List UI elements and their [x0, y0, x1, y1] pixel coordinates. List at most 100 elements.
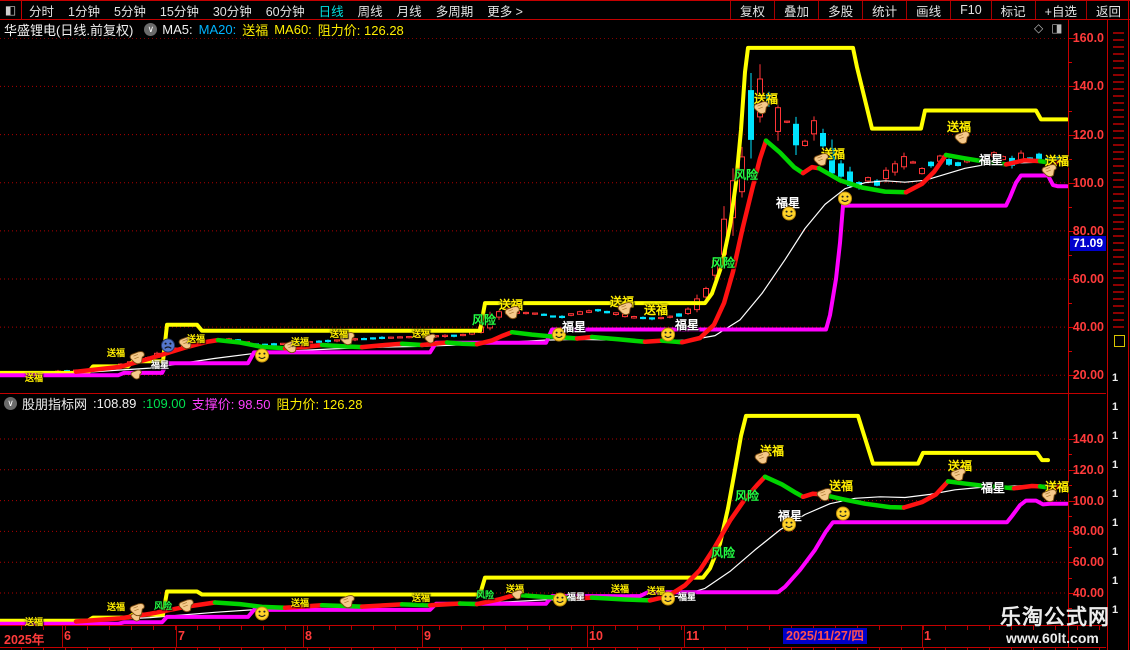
axis-tick: [1068, 327, 1075, 328]
axis-minor-tick: [1068, 303, 1072, 304]
axis-tick: [1068, 86, 1075, 87]
resistance-label: 阻力价: 126.28: [317, 23, 404, 38]
right-strip-value: 1: [1112, 517, 1119, 529]
green-trend-segment: [659, 338, 685, 345]
panel-divider: [0, 393, 1106, 394]
axis-minor-tick: [1068, 111, 1072, 112]
axis-tick: [1068, 183, 1075, 184]
axis-tick-label: 80.00: [1072, 524, 1104, 539]
axis-tick: [1068, 593, 1075, 594]
green-trend-segment: [762, 474, 806, 500]
month-label: 6: [64, 629, 71, 643]
toolbar-button[interactable]: 复权: [730, 1, 774, 19]
axis-tick-label: 60.00: [1072, 272, 1104, 286]
red-trend-segment: [1047, 483, 1068, 491]
toolbar-button[interactable]: F10: [950, 1, 991, 19]
red-trend-segment: [800, 491, 825, 500]
right-strip-value: 1: [1112, 459, 1119, 471]
red-trend-segment: [903, 152, 949, 195]
red-trend-segment: [1049, 158, 1068, 166]
toolbar-button[interactable]: 返回: [1085, 1, 1130, 19]
axis-tick-label: 160.0: [1072, 31, 1104, 46]
right-strip-value: 1: [1112, 488, 1119, 500]
sub-chart-plot[interactable]: [0, 411, 1068, 625]
right-strip-value: 1: [1112, 575, 1119, 587]
selected-date-tag: 2025/11/27/四: [783, 628, 867, 644]
main-chart-plot[interactable]: [0, 38, 1068, 393]
axis-minor-tick: [1068, 454, 1072, 455]
date-axis: 2025年 2025/11/27/四 6 7 8 9 10 11 1: [0, 626, 1106, 647]
sidebar-toggle-icon[interactable]: ◧: [0, 1, 22, 19]
axis-minor-tick: [1068, 255, 1072, 256]
green-trend-segment: [212, 600, 288, 611]
sub-chart-title-row: ∨ 股朋指标网 :108.89 :109.00 支撑价: 98.50 阻力价: …: [0, 396, 1068, 412]
stock-title: 华盛锂电(日线.前复权): [4, 23, 134, 38]
axis-tick-label: 140.0: [1072, 432, 1104, 446]
toolbar-button[interactable]: 多股: [818, 1, 862, 19]
window-right-border: [1128, 0, 1129, 650]
red-trend-segment: [1011, 483, 1043, 491]
toolbar-divider: [0, 19, 1130, 20]
period-tab[interactable]: 5分钟: [107, 1, 153, 20]
period-tab[interactable]: 日线: [312, 1, 351, 20]
green-trend-segment: [589, 334, 648, 345]
period-tab[interactable]: 周线: [351, 1, 390, 20]
period-tab[interactable]: 15分钟: [153, 1, 206, 20]
toolbar-button[interactable]: 叠加: [774, 1, 818, 19]
month-label: 10: [589, 629, 603, 643]
right-strip-value: 1: [1112, 372, 1119, 384]
period-tab[interactable]: 30分钟: [206, 1, 259, 20]
diamond-icon[interactable]: ◇: [1034, 21, 1051, 35]
toolbar-button[interactable]: 标记: [990, 1, 1035, 19]
axis-divider: [1068, 20, 1069, 647]
period-tab[interactable]: 月线: [390, 1, 429, 20]
collapse-chevron-icon[interactable]: ∨: [4, 397, 17, 410]
axis-tick: [1068, 562, 1075, 563]
right-strip: 1 1 1 1 1 1 1 1 1: [1109, 20, 1128, 650]
month-label: 8: [305, 629, 312, 643]
period-tab[interactable]: 多周期: [429, 1, 481, 20]
magenta-support-band: [0, 173, 1068, 378]
songfu-indicator-label: 送福: [242, 23, 269, 38]
trading-app-window: ◧ 分时 1分钟 5分钟 15分钟 30分钟 60分钟 日线 周线 月线 多周期 更多 > 复权 叠加…: [0, 0, 1130, 650]
toolbar-button[interactable]: 画线: [906, 1, 950, 19]
candles: [55, 64, 1060, 373]
indicator-value-1: :108.89: [93, 396, 137, 411]
axis-tick: [1068, 501, 1075, 502]
green-trend-segment: [399, 341, 425, 348]
right-strip-value: 1: [1112, 546, 1119, 558]
green-trend-segment: [589, 595, 653, 603]
toolbar-right-buttons: 复权 叠加 多股 统计 画线 F10 标记 +自选 返回: [730, 1, 1130, 19]
period-tab[interactable]: 分时: [22, 1, 61, 20]
month-label: 11: [686, 629, 700, 643]
period-tab[interactable]: 更多 >: [480, 1, 530, 20]
right-strip-divider[interactable]: [1107, 20, 1108, 650]
green-trend-segment: [509, 329, 580, 341]
ma60-label: MA60:: [274, 22, 312, 37]
axis-minor-tick: [1068, 578, 1072, 579]
axis-minor-tick: [1068, 207, 1072, 208]
pane-control-icons[interactable]: ◇◨: [1034, 21, 1071, 35]
right-strip-value: 1: [1112, 430, 1119, 442]
price-tag: 71.09: [1070, 236, 1107, 251]
toolbar-button[interactable]: +自选: [1034, 1, 1086, 19]
toolbar-button[interactable]: 统计: [862, 1, 906, 19]
watermark-site-name: 乐淘公式网: [1000, 606, 1110, 629]
red-trend-segment: [282, 342, 325, 351]
axis-minor-tick: [1068, 159, 1072, 160]
green-trend-segment: [945, 479, 1017, 491]
period-tab[interactable]: 60分钟: [259, 1, 312, 20]
month-separator: [176, 626, 177, 647]
green-trend-segment: [444, 340, 480, 347]
period-toolbar: ◧ 分时 1分钟 5分钟 15分钟 30分钟 60分钟 日线 周线 月线 多周期 更多 > 复权 叠加…: [0, 1, 1130, 19]
axis-minor-tick: [1068, 485, 1072, 486]
axis-tick: [1068, 135, 1075, 136]
red-trend-segment: [427, 601, 463, 608]
yellow-resistance-band: [0, 45, 1068, 375]
period-tab[interactable]: 1分钟: [61, 1, 107, 20]
axis-minor-tick: [1068, 351, 1072, 352]
ma20-label: MA20:: [198, 22, 237, 37]
axis-tick-label: 120.0: [1072, 462, 1104, 477]
main-chart-title-row: 华盛锂电(日线.前复权) ∨ MA5: MA20: 送福 MA60: 阻力价: …: [0, 21, 1068, 38]
collapse-chevron-icon[interactable]: ∨: [144, 23, 158, 36]
